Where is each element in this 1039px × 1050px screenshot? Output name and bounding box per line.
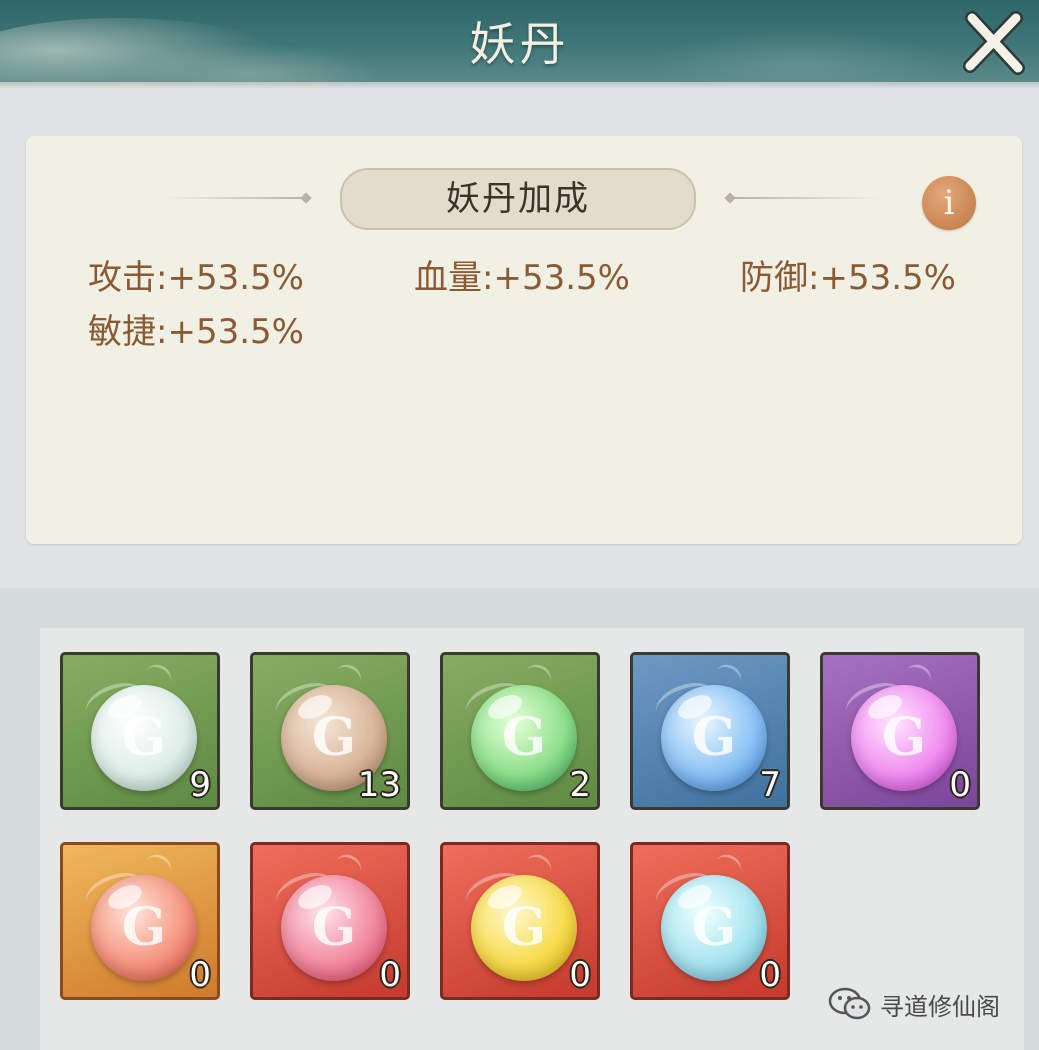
pill-count: 0 [949, 765, 971, 805]
pill-slot[interactable]: G0 [60, 842, 220, 1000]
pill-count: 13 [357, 765, 401, 805]
pill-count: 2 [569, 765, 591, 805]
pill-orb-icon: G [661, 875, 767, 981]
stat-defense: 防御:+53.5% [740, 258, 956, 298]
pill-slot[interactable]: G0 [820, 652, 980, 810]
pill-count: 0 [379, 955, 401, 995]
header-divider [0, 82, 1039, 88]
watermark: 寻道修仙阁 [828, 984, 1000, 1024]
close-button[interactable] [958, 6, 1028, 78]
pill-slot[interactable]: G9 [60, 652, 220, 810]
pill-slot[interactable]: G0 [630, 842, 790, 1000]
pill-count: 9 [189, 765, 211, 805]
pill-orb-icon: G [851, 685, 957, 791]
pill-orb-icon: G [471, 875, 577, 981]
stat-agility: 敏捷:+53.5% [88, 312, 304, 352]
swirl-glyph-icon: G [121, 707, 167, 768]
swirl-glyph-icon: G [691, 897, 737, 958]
pill-orb-icon: G [661, 685, 767, 791]
swirl-glyph-icon: G [501, 897, 547, 958]
pill-count: 7 [759, 765, 781, 805]
pill-slot[interactable]: G0 [250, 842, 410, 1000]
stat-attack: 攻击:+53.5% [88, 258, 304, 298]
page-title: 妖丹 [469, 17, 570, 71]
pill-orb-icon: G [91, 875, 197, 981]
title-ornament-left [165, 197, 305, 199]
pill-slot[interactable]: G 13 [250, 652, 410, 810]
pill-slot[interactable]: G2 [440, 652, 600, 810]
wechat-icon [828, 987, 871, 1020]
pill-orb-icon: G [471, 685, 577, 791]
close-icon [963, 11, 1025, 75]
swirl-glyph-icon: G [121, 897, 167, 958]
title-ornament-right [732, 197, 882, 199]
pill-count: 0 [759, 955, 781, 995]
stat-hp: 血量:+53.5% [414, 258, 630, 298]
watermark-text: 寻道修仙阁 [880, 992, 1000, 1021]
swirl-glyph-icon: G [691, 707, 737, 768]
pill-orb-icon: G [281, 875, 387, 981]
pill-count: 0 [569, 955, 591, 995]
swirl-glyph-icon: G [881, 707, 927, 768]
swirl-glyph-icon: G [501, 707, 547, 768]
pill-slot[interactable]: G0 [440, 842, 600, 1000]
pill-slot[interactable]: G7 [630, 652, 790, 810]
bonus-section-title: 妖丹加成 [340, 168, 696, 230]
pill-orb-icon: G [91, 685, 197, 791]
pill-count: 0 [189, 955, 211, 995]
swirl-glyph-icon: G [311, 897, 357, 958]
info-button[interactable]: i [922, 176, 976, 230]
